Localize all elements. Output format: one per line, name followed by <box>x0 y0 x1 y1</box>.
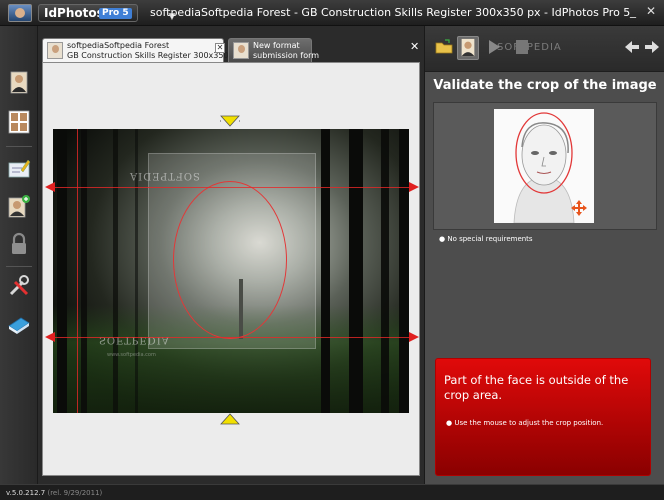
validation-panel: SOFTPEDIA Validate the crop of the image <box>424 26 664 484</box>
example-face-image <box>494 109 594 224</box>
tab-close-button[interactable]: ✕ <box>215 43 225 53</box>
document-icon[interactable] <box>513 38 531 56</box>
logo-text: IdPhotos <box>44 6 104 20</box>
requirement-item: ● No special requirements <box>439 235 533 243</box>
photo-preview[interactable]: SOFTPEDIA SOFTPEDIA www.softpedia.com <box>53 129 409 413</box>
tab-subtitle: GB Construction Skills Register 300x350 … <box>67 51 241 60</box>
app-icon[interactable] <box>8 4 32 22</box>
crop-marker-right-icon[interactable] <box>409 331 421 343</box>
tree-trunk <box>399 129 409 413</box>
crop-marker-left-icon[interactable] <box>43 331 55 343</box>
crop-marker-right-icon[interactable] <box>409 181 421 193</box>
tab-title: New format <box>253 41 300 50</box>
document-area: softpediaSoftpedia Forest GB Constructio… <box>38 26 424 484</box>
toolbar-add-person-button[interactable] <box>7 194 31 218</box>
close-document-button[interactable]: ✕ <box>410 40 419 53</box>
logo-badge: Pro 5 <box>99 8 132 19</box>
tree-trunk <box>81 129 87 413</box>
add-person-icon <box>8 195 30 218</box>
tree-trunk <box>349 129 363 413</box>
alert-hint: ● Use the mouse to adjust the crop posit… <box>446 419 604 427</box>
toolbar-separator <box>6 146 32 147</box>
left-toolbar <box>0 26 38 484</box>
portrait-icon <box>461 38 475 57</box>
crop-alert-box: Part of the face is outside of the crop … <box>435 358 651 476</box>
tab-subtitle: submission form <box>253 51 320 60</box>
crop-handle-bottom-icon[interactable] <box>220 413 240 425</box>
tree-trunk <box>113 129 118 413</box>
photo-grid-icon <box>8 110 30 134</box>
edit-form-icon <box>8 159 31 178</box>
toolbar-book-button[interactable] <box>7 312 31 336</box>
app-logo-menu[interactable]: IdPhotos Pro 5 ▼ <box>38 4 175 22</box>
watermark-url: www.softpedia.com <box>107 352 156 358</box>
folder-icon[interactable] <box>435 38 453 56</box>
close-button[interactable]: ✕ <box>644 4 658 18</box>
example-image-frame <box>433 102 657 230</box>
toolbar-person-button[interactable] <box>7 70 31 94</box>
face-ellipse[interactable] <box>173 181 287 339</box>
person-icon <box>10 71 28 94</box>
panel-title: Validate the crop of the image <box>433 78 657 93</box>
toolbar-separator <box>6 266 32 267</box>
requirement-text: No special requirements <box>447 235 533 243</box>
panel-toolbar: SOFTPEDIA <box>425 26 664 72</box>
crop-marker-left-icon[interactable] <box>43 181 55 193</box>
toolbar-photo-grid-button[interactable] <box>7 110 31 134</box>
document-thumbnail <box>47 42 63 59</box>
tools-icon <box>9 275 29 296</box>
status-bar: v.5.0.212.7 (rel. 9/29/2011) <box>0 484 664 500</box>
crop-validation-button[interactable] <box>457 36 479 60</box>
tab-current-document[interactable]: softpediaSoftpedia Forest GB Constructio… <box>42 38 241 62</box>
crop-handle-top-icon[interactable] <box>220 115 240 127</box>
arrow-left-icon[interactable] <box>623 38 641 56</box>
lock-icon <box>12 232 26 254</box>
book-icon <box>8 317 30 334</box>
alert-message: Part of the face is outside of the crop … <box>444 373 629 402</box>
document-thumbnail <box>233 42 249 59</box>
minimize-button[interactable]: _ <box>626 4 640 18</box>
watermark-text: SOFTPEDIA <box>129 170 200 181</box>
title-bar: IdPhotos Pro 5 ▼ softpediaSoftpedia Fore… <box>0 0 664 26</box>
alert-hint-text: Use the mouse to adjust the crop positio… <box>454 419 604 427</box>
toolbar-lock-button[interactable] <box>7 232 31 256</box>
tab-new-format[interactable]: New format submission form <box>228 38 320 62</box>
photo-canvas[interactable]: SOFTPEDIA SOFTPEDIA www.softpedia.com <box>42 62 420 476</box>
release-date-text: (rel. 9/29/2011) <box>47 489 103 497</box>
crop-guide-line[interactable] <box>53 337 409 338</box>
tree-trunk <box>381 129 389 413</box>
watermark-text: SOFTPEDIA <box>99 334 170 345</box>
move-arrows-icon[interactable] <box>570 199 588 217</box>
toolbar-tools-button[interactable] <box>7 274 31 298</box>
tree-trunk <box>57 129 67 413</box>
version-text: v.5.0.212.7 <box>6 489 46 497</box>
arrow-right-icon[interactable] <box>643 38 661 56</box>
toolbar-edit-form-button[interactable] <box>7 156 31 180</box>
window-title: softpediaSoftpedia Forest - GB Construct… <box>150 6 631 19</box>
tree-trunk <box>321 129 330 413</box>
tab-title: softpediaSoftpedia Forest <box>67 41 170 50</box>
crop-guide-line[interactable] <box>77 129 78 413</box>
crop-guide-line[interactable] <box>53 187 409 188</box>
